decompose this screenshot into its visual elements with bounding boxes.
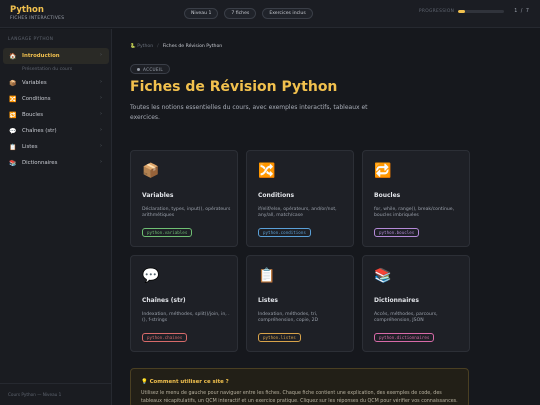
breadcrumb-home[interactable]: 🐍 Python (130, 44, 153, 49)
page-title: Fiches de Révision Python (130, 79, 338, 95)
tip-text: Utilisez le menu de gauche pour naviguer… (141, 391, 458, 404)
brand[interactable]: Python FICHES INTERACTIVES (10, 5, 64, 21)
card-tag: python.boucles (374, 228, 420, 237)
progress-indicator: PROGRESSION 1 / 7 (419, 9, 530, 14)
sidebar-item-introduction[interactable]: 🏠 Introduction › (3, 48, 109, 64)
card-description: Indexation, méthodes, tri, compréhension… (258, 312, 319, 324)
chevron-right-icon: › (100, 95, 102, 101)
progress-label: PROGRESSION (418, 9, 455, 14)
sidebar-item-label: Dictionnaires (22, 160, 58, 166)
progress-track (458, 10, 505, 13)
sidebar-item-dictionnaires[interactable]: 📚 Dictionnaires › (3, 155, 109, 171)
card-tag: python.listes (258, 333, 301, 342)
card-title: Chaînes (str) (142, 297, 186, 304)
sidebar-heading: LANGAGE PYTHON (8, 37, 54, 42)
books-icon: 📚 (9, 159, 17, 167)
top-bar: Python FICHES INTERACTIVES Niveau 1 7 fi… (0, 0, 540, 28)
sidebar-item-chaines[interactable]: 💬 Chaînes (str) › (3, 123, 109, 139)
chevron-right-icon: › (100, 111, 102, 117)
sidebar-item-variables[interactable]: 📦 Variables › (3, 75, 109, 91)
shuffle-icon: 🔀 (9, 95, 17, 103)
card-tag: python.chaines (142, 333, 188, 342)
app-subtitle: FICHES INTERACTIVES (10, 16, 65, 21)
fiches-count-pill: 7 fiches (224, 8, 257, 19)
card-tag: python.dictionnaires (374, 333, 435, 342)
card-description: Déclaration, types, input(), opérateurs … (142, 207, 231, 219)
package-icon: 📦 (9, 79, 17, 87)
card-description: if/elif/else, opérateurs, and/or/not, an… (258, 207, 337, 219)
card-description: Accès, méthodes, parcours, compréhension… (374, 312, 438, 324)
progress-fill (458, 10, 465, 13)
card-tag: python.conditions (258, 228, 311, 237)
badge-dot-icon (137, 67, 140, 71)
card-title: Boucles (374, 192, 401, 199)
home-icon: 🏠 (9, 52, 17, 60)
card-dictionnaires[interactable]: 📚 Dictionnaires Accès, méthodes, parcour… (362, 255, 470, 352)
sidebar-nav: 🏠 Introduction › Présentation du cours 📦… (3, 48, 109, 171)
app-title: Python (10, 5, 44, 15)
sidebar-item-label: Listes (22, 144, 38, 150)
breadcrumb-separator: / (157, 44, 159, 49)
sidebar-item-label: Chaînes (str) (22, 128, 57, 134)
books-icon: 📚 (374, 268, 392, 284)
section-badge: ACCUEIL (130, 64, 171, 74)
sidebar-footer: Cours Python — Niveau 1 (0, 383, 111, 405)
sidebar-subitem-presentation[interactable]: Présentation du cours (3, 64, 109, 75)
speech-bubble-icon: 💬 (9, 127, 17, 135)
sidebar-item-label: Conditions (22, 96, 51, 102)
breadcrumb: 🐍 Python / Fiches de Révision Python (130, 44, 222, 49)
package-icon: 📦 (142, 163, 160, 179)
sidebar: LANGAGE PYTHON 🏠 Introduction › Présenta… (0, 29, 112, 405)
tip-title: 💡 Comment utiliser ce site ? (141, 379, 229, 385)
chevron-right-icon: › (100, 159, 102, 165)
card-title: Conditions (258, 192, 295, 199)
clipboard-icon: 📋 (9, 143, 17, 151)
sidebar-item-label: Boucles (22, 112, 43, 118)
clipboard-icon: 📋 (258, 268, 276, 284)
chevron-right-icon: › (100, 79, 102, 85)
sidebar-item-boucles[interactable]: 🔁 Boucles › (3, 107, 109, 123)
main-content: 🐍 Python / Fiches de Révision Python ACC… (113, 29, 540, 405)
repeat-icon: 🔁 (9, 111, 17, 119)
chevron-right-icon: › (100, 52, 102, 58)
level-pill: Niveau 1 (184, 8, 219, 19)
breadcrumb-home-label: Python (137, 44, 154, 49)
card-title: Listes (258, 297, 278, 304)
exercises-pill: Exercices inclus (262, 8, 313, 19)
card-description: for, while, range(), break/continue, bou… (374, 207, 455, 219)
breadcrumb-current: Fiches de Révision Python (162, 44, 223, 49)
card-description: Indexation, méthodes, split()/join, in, … (142, 312, 230, 324)
chevron-right-icon: › (100, 127, 102, 133)
usage-tip-box: 💡 Comment utiliser ce site ? Utilisez le… (130, 368, 469, 405)
fiche-cards-grid: 📦 Variables Déclaration, types, input(),… (130, 150, 470, 352)
sidebar-item-listes[interactable]: 📋 Listes › (3, 139, 109, 155)
progress-count: 1 / 7 (514, 9, 530, 14)
card-listes[interactable]: 📋 Listes Indexation, méthodes, tri, comp… (246, 255, 354, 352)
card-boucles[interactable]: 🔁 Boucles for, while, range(), break/con… (362, 150, 470, 247)
page-description: Toutes les notions essentielles du cours… (130, 104, 368, 121)
badge-label: ACCUEIL (143, 66, 164, 72)
sidebar-footer-text: Cours Python — Niveau 1 (8, 392, 62, 397)
chevron-right-icon: › (100, 143, 102, 149)
sidebar-item-label: Introduction (22, 53, 60, 59)
speech-bubble-icon: 💬 (142, 268, 160, 284)
header-pills: Niveau 1 7 fiches Exercices inclus (184, 8, 313, 19)
card-title: Dictionnaires (374, 297, 419, 304)
card-chaines[interactable]: 💬 Chaînes (str) Indexation, méthodes, sp… (130, 255, 238, 352)
card-tag: python.variables (142, 228, 193, 237)
card-variables[interactable]: 📦 Variables Déclaration, types, input(),… (130, 150, 238, 247)
card-conditions[interactable]: 🔀 Conditions if/elif/else, opérateurs, a… (246, 150, 354, 247)
card-title: Variables (142, 192, 174, 199)
sidebar-item-label: Variables (22, 80, 47, 86)
repeat-icon: 🔁 (374, 163, 392, 179)
sidebar-item-conditions[interactable]: 🔀 Conditions › (3, 91, 109, 107)
shuffle-icon: 🔀 (258, 163, 276, 179)
